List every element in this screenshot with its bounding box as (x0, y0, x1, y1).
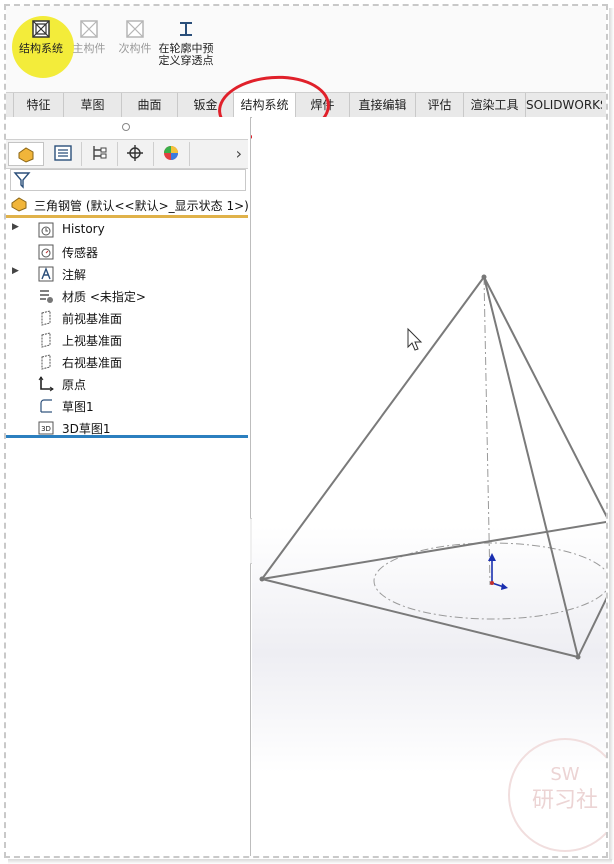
part-icon (11, 197, 27, 212)
tool-label: 主构件 (72, 42, 106, 55)
tab-features[interactable]: 特征 (14, 93, 64, 117)
pyramid-edges (261, 276, 606, 658)
plane-icon (41, 354, 51, 370)
tree-filter[interactable] (10, 169, 246, 191)
root-separator (6, 215, 248, 218)
tree-item-sketch1[interactable]: 草图1 (6, 395, 246, 417)
tab-evaluate[interactable]: 评估 (416, 93, 464, 117)
base-point[interactable] (259, 576, 265, 582)
manager-tab-bar: › (6, 139, 248, 169)
secondary-member-icon (126, 20, 144, 38)
tree-item-label: 前视基准面 (62, 312, 123, 326)
tree-root-label: 三角钢管 (默认<<默认>_显示状态 1>) (34, 199, 249, 213)
property-manager-tab[interactable] (46, 142, 82, 166)
sketch-icon (40, 399, 52, 413)
command-manager-toolbar: 结构系统 主构件 次构件 在轮廓中预定义穿透点 (6, 6, 606, 92)
apex-point[interactable] (481, 274, 487, 280)
plane-icon (41, 310, 51, 326)
tab-direct-editing[interactable]: 直接编辑 (350, 93, 416, 117)
structure-system-button[interactable]: 结构系统 (16, 20, 66, 55)
predefine-pierce-points-button[interactable]: 在轮廓中预定义穿透点 (156, 20, 216, 67)
tree-item-material[interactable]: 材质 <未指定> (6, 285, 246, 307)
origin-triad-icon (488, 553, 508, 590)
tree-item-label: 材质 <未指定> (62, 290, 146, 304)
tree-item-label: 注解 (62, 268, 87, 282)
tree-item-sensors[interactable]: 传感器 (6, 241, 246, 263)
tab-solidworks[interactable]: SOLIDWORKS (526, 93, 602, 117)
beam-profile-icon (180, 22, 192, 36)
tab-surfaces[interactable]: 曲面 (122, 93, 178, 117)
tree-item-label: 原点 (62, 378, 87, 392)
3d-sketch-icon: 3D (38, 421, 54, 435)
mouse-cursor-icon (407, 327, 423, 351)
tree-item-origin[interactable]: 原点 (6, 373, 246, 395)
feature-manager-pane: › 三角钢管 (默认<<默认>_显示状态 1>) ▶ History 传感器 ▶ (6, 117, 251, 856)
tree-item-label: 右视基准面 (62, 356, 123, 370)
tree-item-history[interactable]: ▶ History (6, 219, 246, 241)
tool-label: 在轮廓中预定义穿透点 (158, 42, 214, 67)
tree-item-right-plane[interactable]: 右视基准面 (6, 351, 246, 373)
feature-tree-icon (18, 147, 34, 163)
tool-label: 次构件 (118, 42, 152, 55)
structure-system-icon (32, 20, 50, 38)
expand-arrow-icon[interactable]: ▶ (12, 222, 19, 232)
base-point[interactable] (575, 654, 581, 660)
tree-item-front-plane[interactable]: 前视基准面 (6, 307, 246, 329)
tab-sketch[interactable]: 草图 (64, 93, 122, 117)
property-list-icon (54, 145, 72, 161)
configuration-icon (93, 146, 107, 160)
graphics-area[interactable]: SW 研习社 (252, 117, 606, 856)
tree-item-label: History (62, 222, 105, 236)
tab-grip (6, 93, 14, 117)
expand-arrow-icon[interactable]: ▶ (12, 266, 19, 276)
plane-icon (41, 332, 51, 348)
center-axis (483, 276, 491, 586)
tree-item-top-plane[interactable]: 上视基准面 (6, 329, 246, 351)
feature-manager-tab[interactable] (8, 142, 44, 166)
frame-shadow (8, 859, 612, 864)
origin-icon (38, 376, 54, 392)
svg-text:3D: 3D (41, 425, 51, 433)
history-icon (38, 222, 54, 238)
display-manager-tab[interactable] (154, 142, 190, 166)
tool-label: 结构系统 (19, 42, 63, 55)
material-icon (40, 290, 53, 303)
annotation-icon (38, 266, 54, 282)
tree-item-label: 草图1 (62, 400, 94, 414)
frame-shadow (609, 8, 614, 860)
chevron-right-icon[interactable]: › (236, 144, 242, 163)
tab-render-tools[interactable]: 渲染工具 (464, 93, 526, 117)
pane-grip[interactable] (122, 123, 130, 131)
primary-member-button[interactable]: 主构件 (64, 20, 114, 55)
tree-end-separator (6, 435, 248, 438)
tree-item-annotations[interactable]: ▶ 注解 (6, 263, 246, 285)
sensor-icon (38, 244, 54, 260)
tree-root[interactable]: 三角钢管 (默认<<默认>_显示状态 1>) (10, 195, 249, 215)
screenshot-frame: 结构系统 主构件 次构件 在轮廓中预定义穿透点 特征 草图 曲面 钣金 结构系统… (4, 4, 608, 858)
primary-member-icon (80, 20, 98, 38)
crosshair-icon (127, 145, 143, 161)
dimxpert-manager-tab[interactable] (118, 142, 154, 166)
filter-icon (13, 172, 31, 189)
tree-item-label: 上视基准面 (62, 334, 123, 348)
configuration-manager-tab[interactable] (82, 142, 118, 166)
secondary-member-button[interactable]: 次构件 (110, 20, 160, 55)
appearance-ball-icon (164, 146, 178, 160)
tree-item-label: 传感器 (62, 246, 99, 260)
